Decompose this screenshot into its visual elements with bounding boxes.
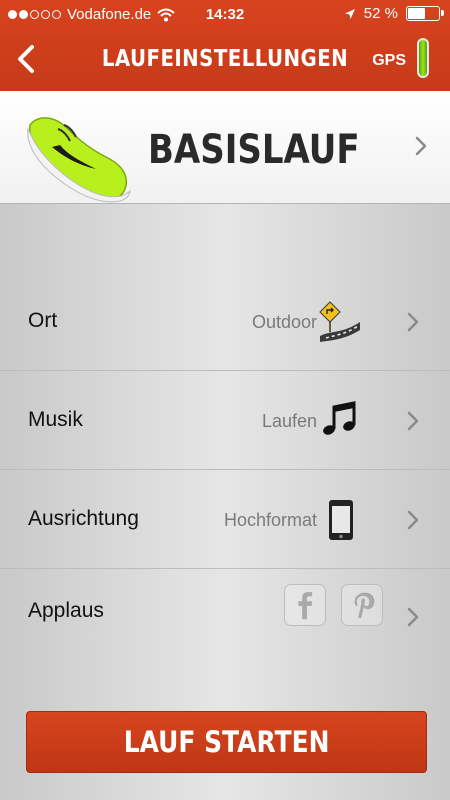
road-sign-icon (319, 301, 360, 342)
setting-label: Ort (28, 309, 58, 332)
page-title: LAUFEINSTELLUNGEN (101, 46, 349, 72)
battery-percent: 52 % (363, 5, 398, 22)
battery-icon (406, 6, 444, 21)
top-bar: Vodafone.de 14:32 52 % LAUFEINSTELLUNGEN… (0, 0, 450, 91)
setting-label: Applaus (28, 599, 104, 622)
facebook-icon (284, 584, 326, 626)
gps-label: GPS (372, 52, 406, 69)
pinterest-icon (341, 584, 383, 626)
setting-row-ort[interactable]: Ort Outdoor (0, 272, 450, 371)
status-bar: Vodafone.de 14:32 52 % (0, 0, 450, 30)
setting-row-ausrichtung[interactable]: Ausrichtung Hochformat (0, 470, 450, 569)
setting-value: Outdoor (251, 312, 317, 332)
chevron-right-icon (407, 411, 419, 431)
gps-signal-indicator (417, 38, 429, 78)
chevron-right-icon (407, 607, 419, 627)
run-type-title: BASISLAUF (148, 127, 360, 173)
start-run-label: LAUF STARTEN (123, 725, 330, 759)
music-note-icon (323, 401, 356, 435)
setting-row-applaus[interactable]: Applaus (0, 569, 450, 667)
chevron-right-icon (407, 312, 419, 332)
run-type-header[interactable]: BASISLAUF (0, 91, 450, 204)
setting-label: Musik (28, 408, 83, 431)
location-arrow-icon (344, 8, 355, 19)
start-run-button[interactable]: LAUF STARTEN (26, 711, 427, 773)
settings-list: Ort Outdoor Musik Laufen Ausrichtung Hoc… (0, 272, 450, 667)
running-shoe-icon (27, 117, 131, 203)
setting-value: Laufen (261, 411, 317, 431)
nav-bar: LAUFEINSTELLUNGEN GPS (0, 30, 450, 91)
setting-label: Ausrichtung (28, 507, 139, 530)
setting-value: Hochformat (223, 510, 317, 530)
setting-row-musik[interactable]: Musik Laufen (0, 371, 450, 470)
chevron-right-icon (407, 510, 419, 530)
phone-portrait-icon (329, 500, 353, 540)
chevron-right-icon (415, 136, 427, 156)
